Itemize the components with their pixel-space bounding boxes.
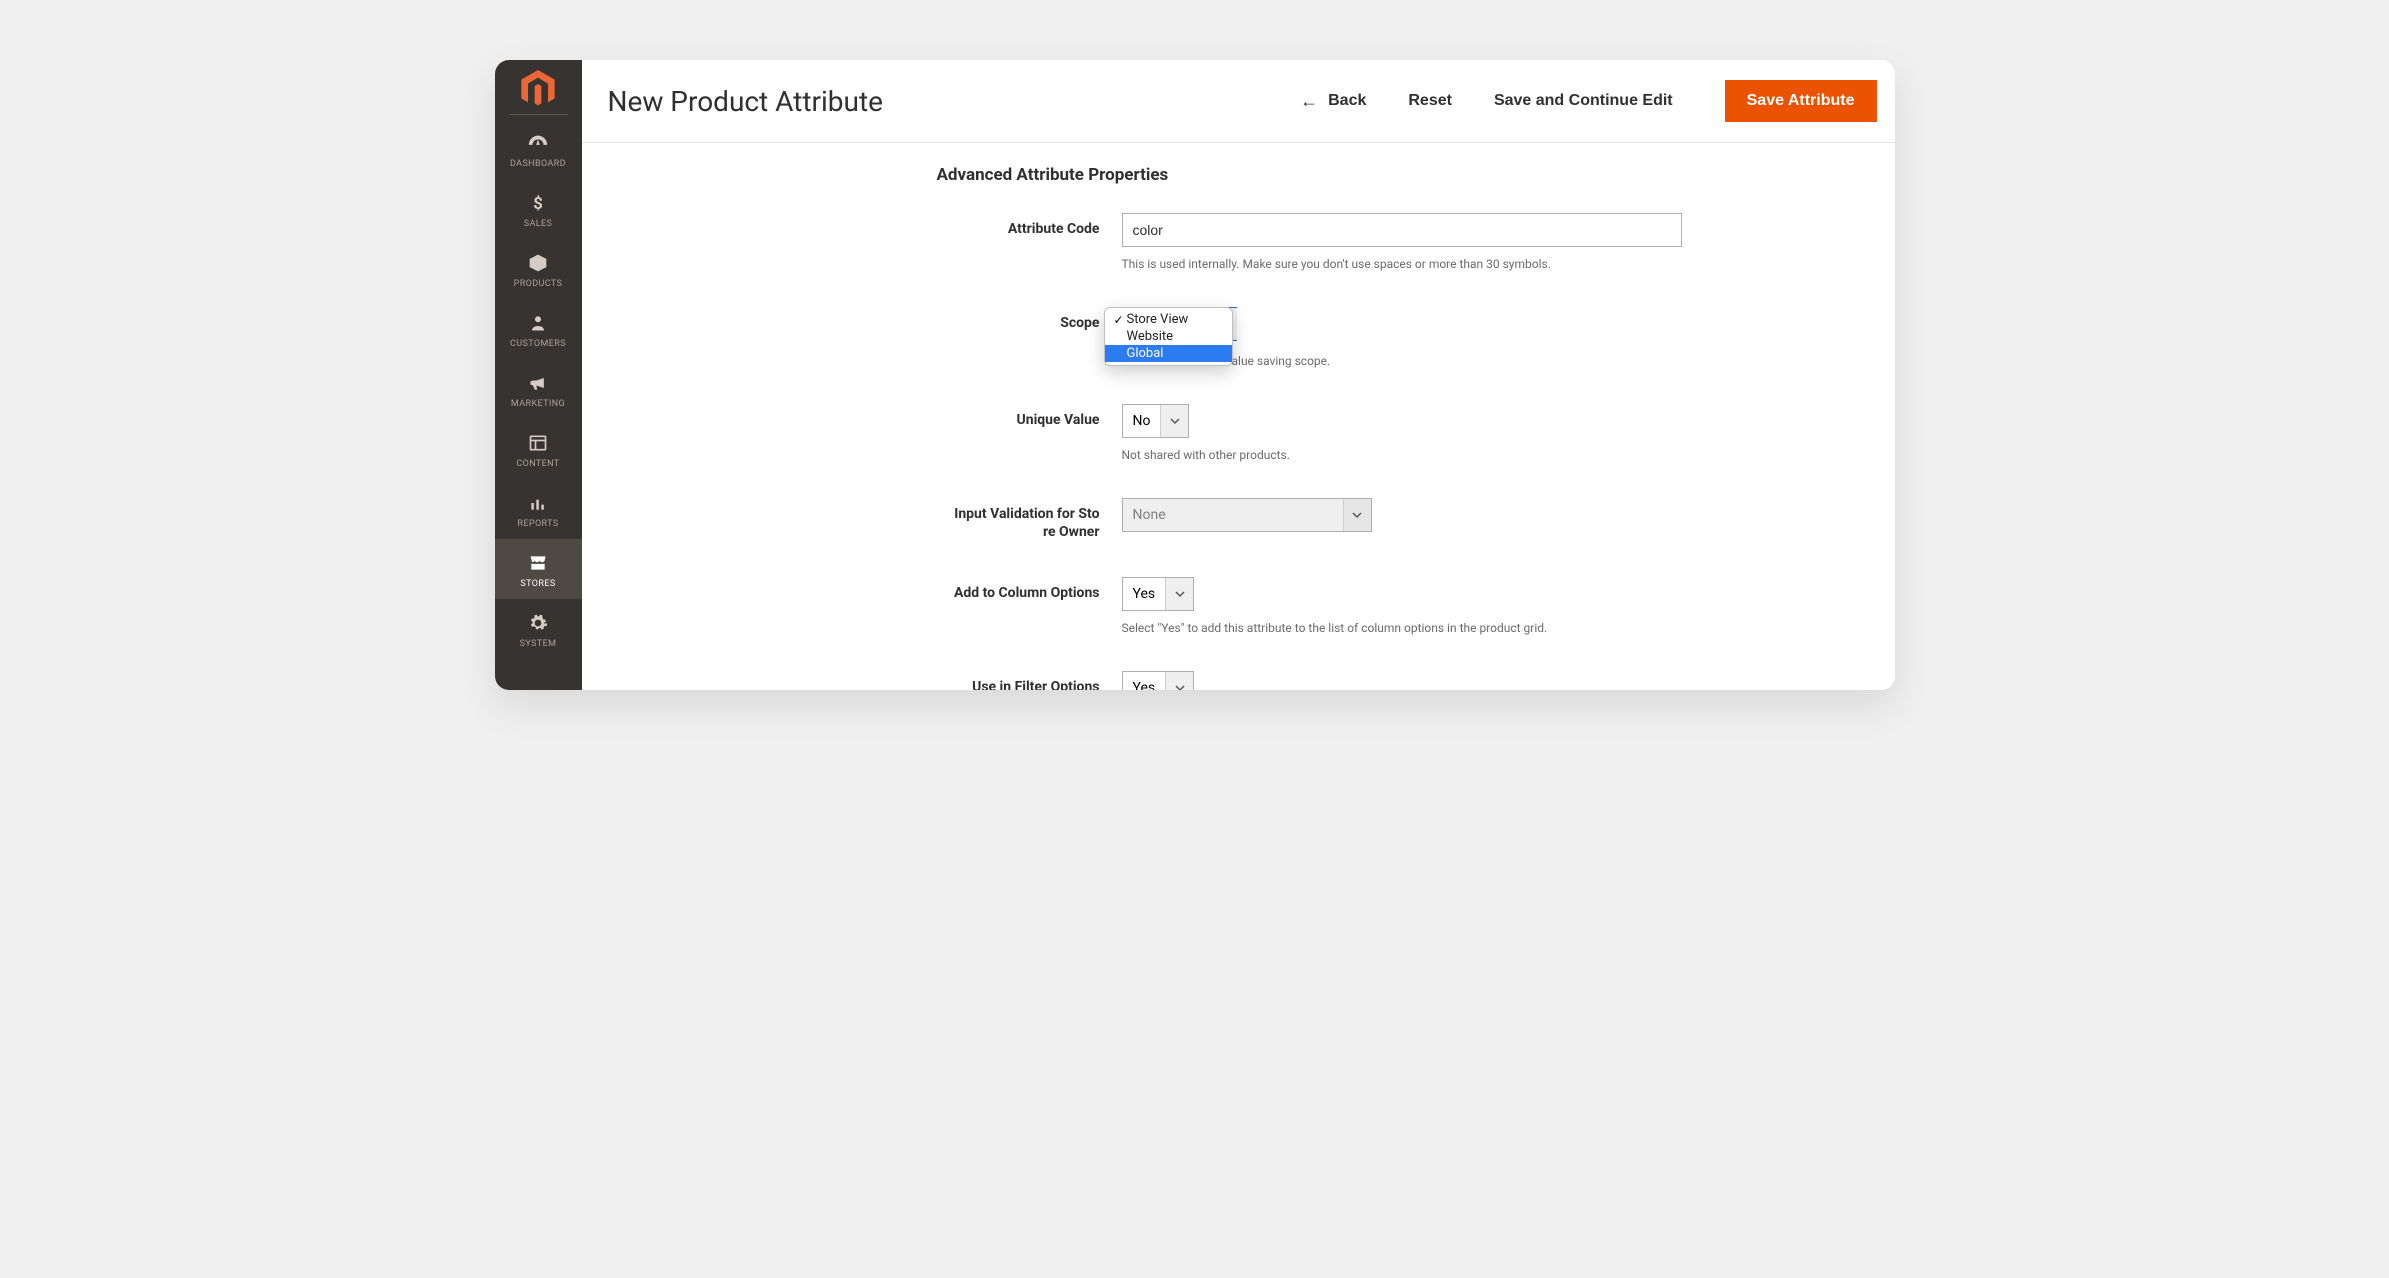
reset-button-label: Reset: [1408, 92, 1452, 110]
field-label: Unique Value: [582, 404, 1122, 428]
field-note: Select "Yes" to add this attribute to th…: [1122, 621, 1895, 635]
megaphone-icon: [526, 371, 550, 395]
field-input-validation: Input Validation for Sto re Owner None: [582, 498, 1895, 541]
person-icon: [526, 311, 550, 335]
page-title: New Product Attribute: [608, 85, 1301, 118]
field-label: Use in Filter Options: [582, 671, 1122, 690]
field-note: This is used internally. Make sure you d…: [1122, 257, 1895, 271]
box-icon: [526, 251, 550, 275]
sidebar-item-label: CUSTOMERS: [510, 339, 566, 349]
field-note: alue saving scope.: [1122, 354, 1895, 368]
sidebar-item-content[interactable]: CONTENT: [495, 419, 582, 479]
field-note: Not shared with other products.: [1122, 448, 1895, 462]
dollar-icon: $: [526, 191, 550, 215]
admin-sidebar: DASHBOARD $ SALES PRODUCTS CUSTOMERS MAR…: [495, 60, 582, 690]
section-title: Advanced Attribute Properties: [937, 165, 1895, 185]
save-continue-button[interactable]: Save and Continue Edit: [1494, 92, 1673, 110]
field-label-line: re Owner: [1043, 524, 1100, 540]
field-label: Scope: [582, 307, 1122, 331]
gear-icon: [526, 611, 550, 635]
page-actions: ← Back Reset Save and Continue Edit Save…: [1300, 80, 1876, 122]
reset-button[interactable]: Reset: [1408, 92, 1452, 110]
arrow-left-icon: ←: [1300, 92, 1318, 110]
save-attribute-button[interactable]: Save Attribute: [1725, 80, 1877, 122]
field-use-in-filter: Use in Filter Options Yes Select "Yes" t…: [582, 671, 1895, 690]
sidebar-item-customers[interactable]: CUSTOMERS: [495, 299, 582, 359]
field-unique-value: Unique Value No Not shared with other pr…: [582, 404, 1895, 462]
scope-option-store-view[interactable]: ✓ Store View: [1105, 311, 1232, 328]
sidebar-item-label: REPORTS: [517, 519, 558, 529]
chevron-down-icon: [1165, 578, 1193, 610]
sidebar-item-label: CONTENT: [516, 459, 559, 469]
scope-option-website[interactable]: Website: [1105, 328, 1232, 345]
field-label: Add to Column Options: [582, 577, 1122, 601]
form-area: Advanced Attribute Properties Attribute …: [582, 143, 1895, 690]
field-label: Input Validation for Sto re Owner: [582, 498, 1122, 541]
save-continue-button-label: Save and Continue Edit: [1494, 92, 1673, 110]
magento-logo[interactable]: [495, 60, 582, 114]
layout-icon: [526, 431, 550, 455]
sidebar-item-products[interactable]: PRODUCTS: [495, 239, 582, 299]
back-button-label: Back: [1328, 92, 1366, 110]
check-icon: ✓: [1111, 313, 1127, 327]
sidebar-item-label: PRODUCTS: [514, 279, 563, 289]
svg-text:$: $: [533, 195, 543, 213]
field-note-text: alue saving scope.: [1232, 354, 1331, 368]
scope-option-label: Website: [1127, 329, 1174, 344]
sidebar-item-dashboard[interactable]: DASHBOARD: [495, 119, 582, 179]
sidebar-item-stores[interactable]: STORES: [495, 539, 582, 599]
sidebar-item-label: MARKETING: [511, 399, 565, 409]
back-button[interactable]: ← Back: [1300, 92, 1366, 110]
sidebar-item-sales[interactable]: $ SALES: [495, 179, 582, 239]
main-content: New Product Attribute ← Back Reset Save …: [582, 60, 1895, 690]
gauge-icon: [526, 131, 550, 155]
add-to-column-select-value: Yes: [1123, 578, 1166, 610]
sidebar-item-label: SALES: [524, 219, 553, 229]
field-label-line: Input Validation for Sto: [954, 506, 1099, 522]
scope-dropdown-popup: ✓ Store View Website Global: [1104, 307, 1233, 366]
chevron-down-icon: [1343, 499, 1371, 531]
sidebar-item-label: SYSTEM: [520, 639, 557, 649]
sidebar-item-label: STORES: [520, 579, 555, 589]
field-scope: Scope ✓: [582, 307, 1895, 368]
scope-option-label: Global: [1127, 346, 1164, 361]
field-attribute-code: Attribute Code This is used internally. …: [582, 213, 1895, 271]
sidebar-item-reports[interactable]: REPORTS: [495, 479, 582, 539]
save-attribute-button-label: Save Attribute: [1747, 92, 1855, 109]
unique-value-select[interactable]: No: [1122, 404, 1190, 438]
chevron-down-icon: [1165, 672, 1193, 690]
add-to-column-select[interactable]: Yes: [1122, 577, 1195, 611]
scope-option-global[interactable]: Global: [1105, 345, 1232, 362]
admin-app-window: DASHBOARD $ SALES PRODUCTS CUSTOMERS MAR…: [495, 60, 1895, 690]
sidebar-item-system[interactable]: SYSTEM: [495, 599, 582, 659]
field-label: Attribute Code: [582, 213, 1122, 237]
scope-option-label: Store View: [1127, 312, 1189, 327]
sidebar-item-label: DASHBOARD: [510, 159, 566, 169]
input-validation-select-value: None: [1123, 499, 1343, 531]
sidebar-divider: [509, 114, 568, 115]
unique-value-select-value: No: [1123, 405, 1161, 437]
use-in-filter-select[interactable]: Yes: [1122, 671, 1195, 690]
bar-chart-icon: [526, 491, 550, 515]
field-add-to-column: Add to Column Options Yes Select "Yes" t…: [582, 577, 1895, 635]
use-in-filter-select-value: Yes: [1123, 672, 1166, 690]
store-icon: [526, 551, 550, 575]
chevron-down-icon: [1160, 405, 1188, 437]
page-header: New Product Attribute ← Back Reset Save …: [582, 60, 1895, 143]
sidebar-item-marketing[interactable]: MARKETING: [495, 359, 582, 419]
input-validation-select: None: [1122, 498, 1372, 532]
attribute-code-input[interactable]: [1122, 213, 1682, 247]
